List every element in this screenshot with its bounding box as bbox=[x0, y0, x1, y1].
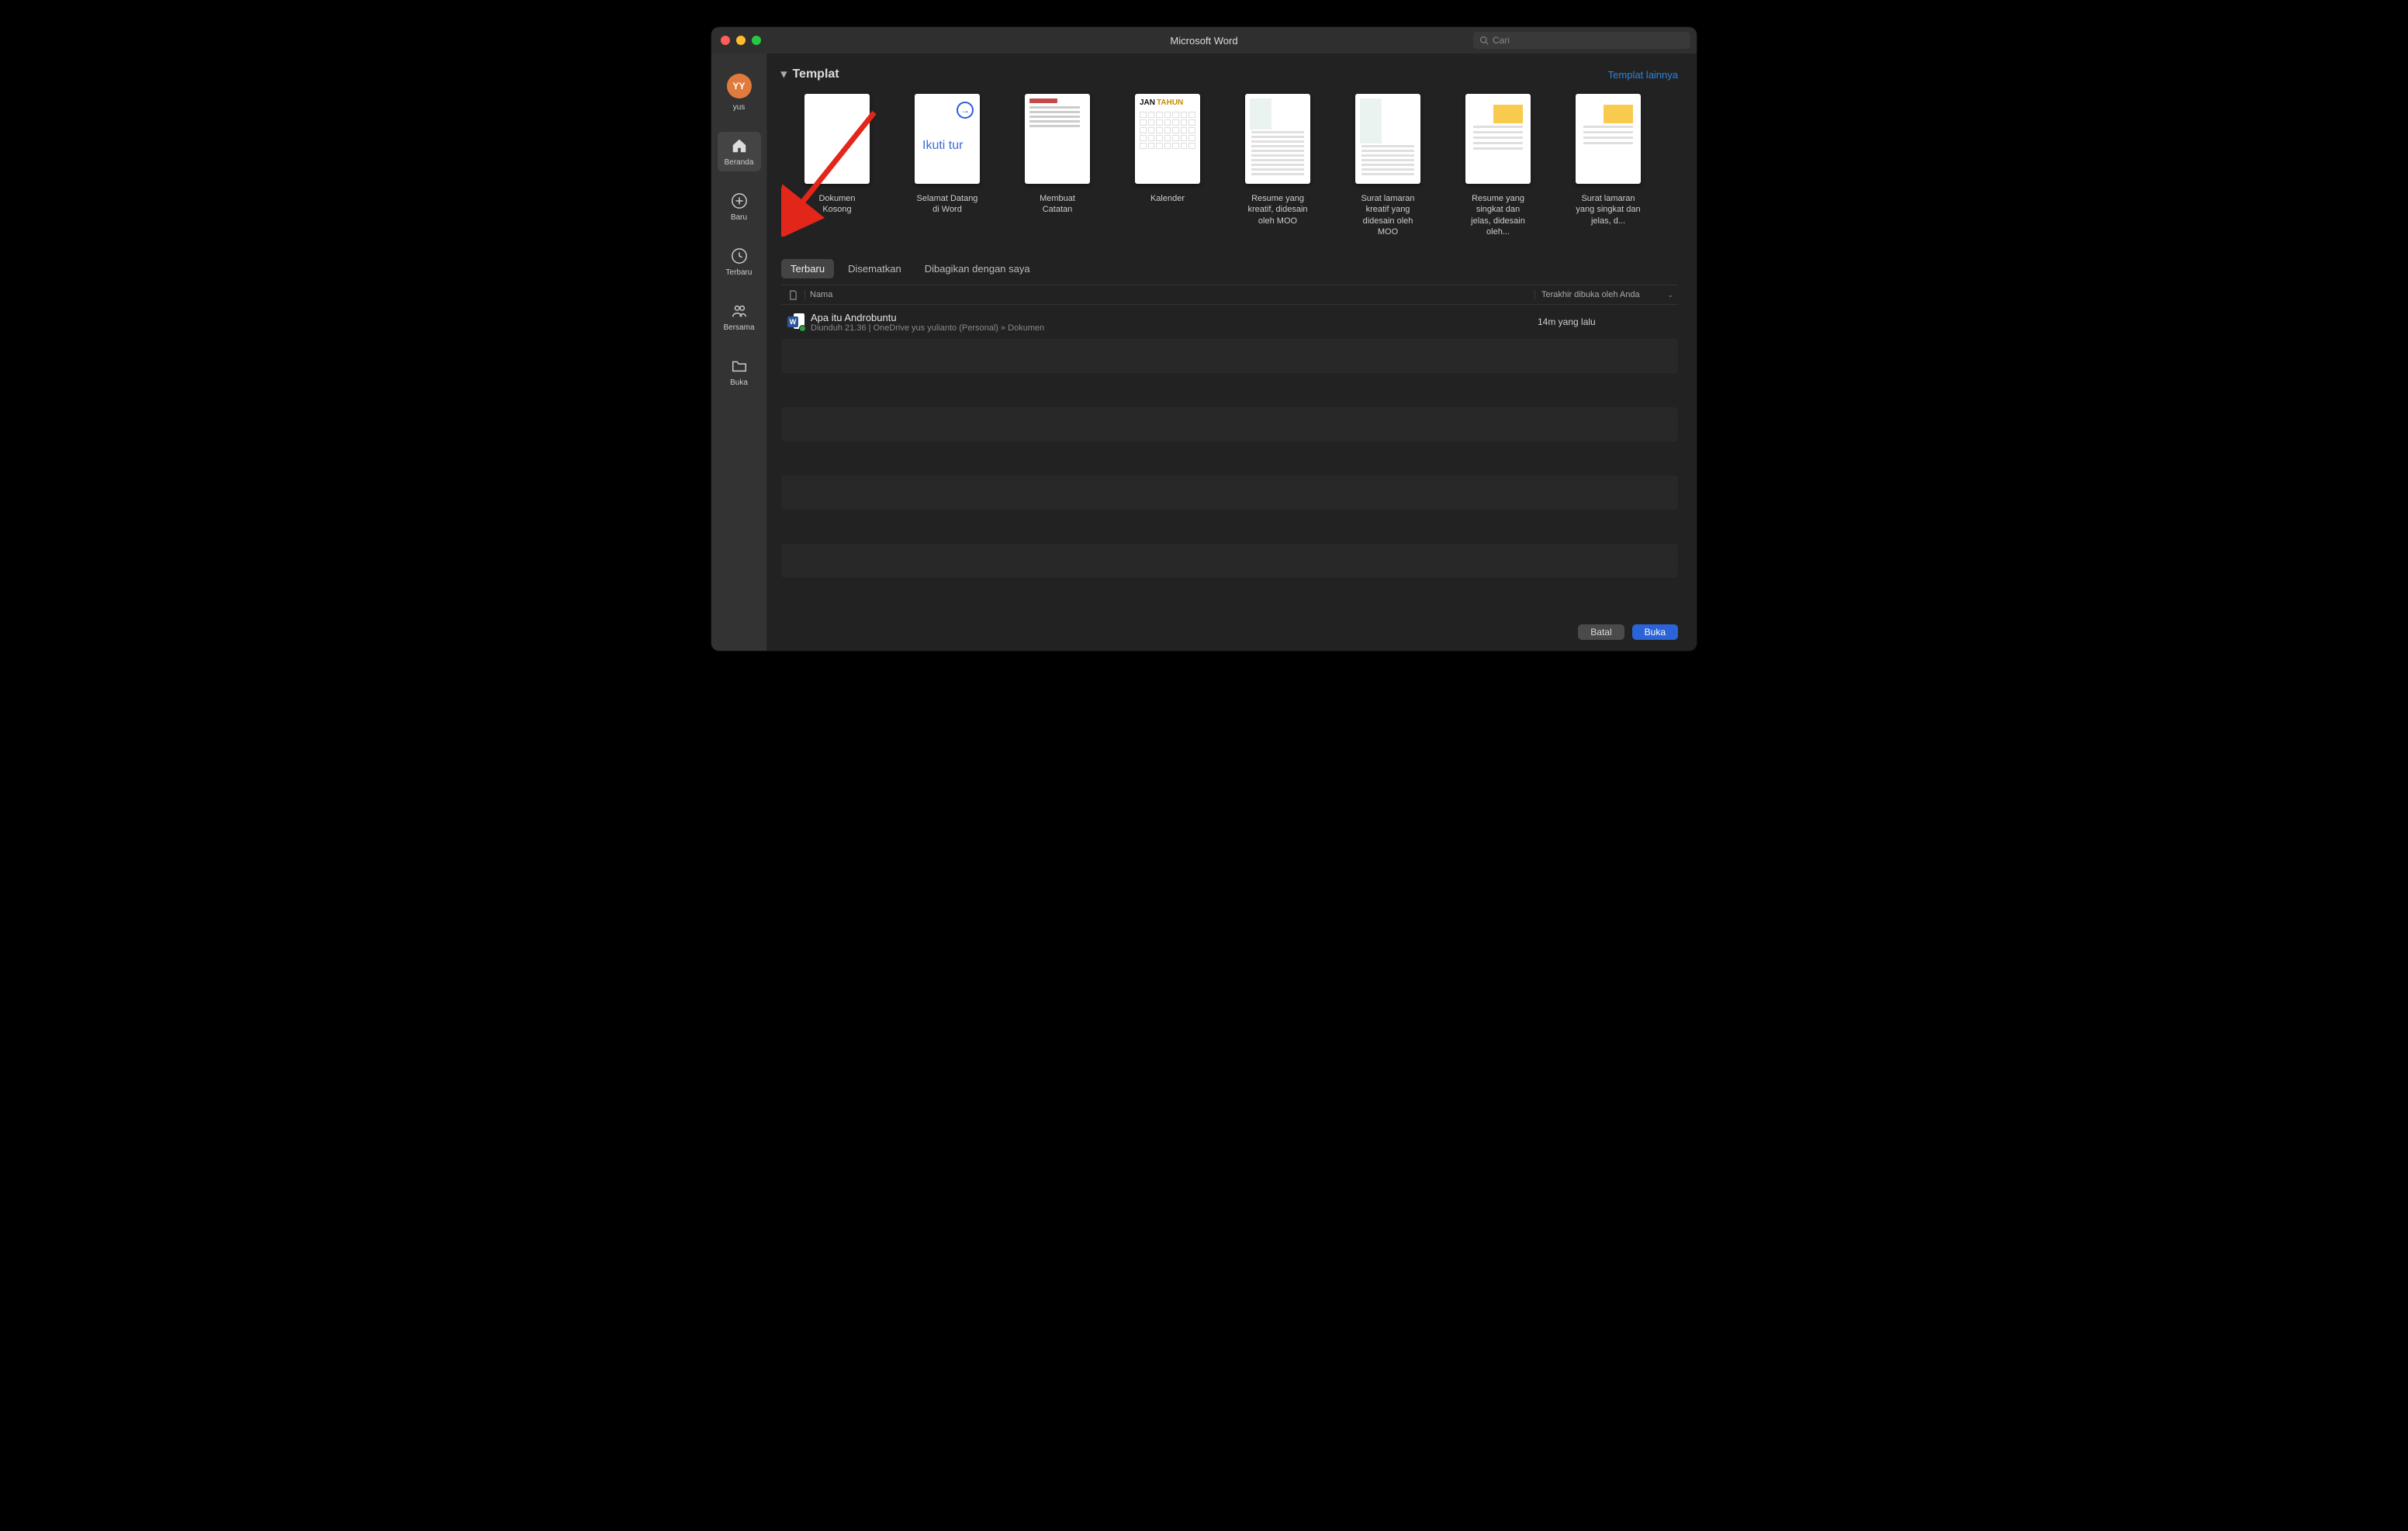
main-content: ▶ Templat Templat lainnya Dokumen Kosong… bbox=[767, 54, 1697, 651]
table-row-empty bbox=[781, 441, 1678, 475]
template-label: Selamat Datang di Word bbox=[915, 193, 980, 216]
template-thumbnail: JANTAHUN bbox=[1135, 94, 1200, 184]
template-thumbnail: → Ikuti tur bbox=[915, 94, 980, 184]
plus-circle-icon bbox=[730, 192, 749, 210]
template-label: Resume yang singkat dan jelas, didesain … bbox=[1465, 193, 1531, 237]
more-templates-link[interactable]: Templat lainnya bbox=[1608, 69, 1678, 81]
word-doc-icon: W bbox=[784, 313, 808, 330]
column-last-opened-label: Terakhir dibuka oleh Anda bbox=[1541, 290, 1640, 299]
traffic-lights bbox=[721, 36, 761, 45]
template-label: Surat lamaran kreatif yang didesain oleh… bbox=[1355, 193, 1420, 237]
clock-icon bbox=[730, 247, 749, 265]
table-row-empty bbox=[781, 578, 1678, 612]
tab-recent[interactable]: Terbaru bbox=[781, 259, 834, 278]
template-label: Resume yang kreatif, didesain oleh MOO bbox=[1245, 193, 1310, 226]
table-header: Nama Terakhir dibuka oleh Anda ⌄ bbox=[781, 285, 1678, 305]
sidebar-item-label: Terbaru bbox=[726, 268, 752, 277]
template-thumbnail bbox=[1576, 94, 1641, 184]
tab-shared-with-me[interactable]: Dibagikan dengan saya bbox=[915, 259, 1040, 278]
doc-type-icon bbox=[781, 290, 804, 300]
table-row-empty bbox=[781, 373, 1678, 407]
sidebar-item-shared[interactable]: Bersama bbox=[718, 297, 761, 337]
title-bar: Microsoft Word Cari bbox=[711, 27, 1697, 54]
template-calendar[interactable]: JANTAHUN Kalender bbox=[1135, 94, 1200, 237]
template-notes[interactable]: Membuat Catatan bbox=[1025, 94, 1090, 237]
recent-tabs: Terbaru Disematkan Dibagikan dengan saya bbox=[781, 259, 1678, 278]
templates-header: ▶ Templat Templat lainnya bbox=[781, 67, 1678, 81]
doc-name: Apa itu Androbuntu bbox=[811, 312, 1531, 323]
calendar-year: TAHUN bbox=[1157, 98, 1183, 107]
sidebar-item-label: Baru bbox=[731, 213, 747, 222]
column-last-opened[interactable]: Terakhir dibuka oleh Anda ⌄ bbox=[1534, 290, 1678, 299]
doc-last-opened: 14m yang lalu bbox=[1531, 316, 1675, 327]
close-window-button[interactable] bbox=[721, 36, 730, 45]
sidebar-item-label: Bersama bbox=[723, 323, 754, 332]
template-thumbnail bbox=[1355, 94, 1420, 184]
table-row-empty bbox=[781, 339, 1678, 373]
dialog-footer: Batal Buka bbox=[781, 617, 1678, 640]
cancel-button[interactable]: Batal bbox=[1578, 624, 1624, 640]
maximize-window-button[interactable] bbox=[752, 36, 761, 45]
template-thumbnail bbox=[1245, 94, 1310, 184]
open-button[interactable]: Buka bbox=[1632, 624, 1678, 640]
search-input[interactable]: Cari bbox=[1473, 32, 1690, 49]
user-name: yus bbox=[733, 103, 746, 112]
search-placeholder: Cari bbox=[1493, 35, 1510, 46]
templates-row: Dokumen Kosong → Ikuti tur Selamat Datan… bbox=[781, 94, 1678, 237]
sidebar: YY yus Beranda Baru Terbaru bbox=[711, 54, 767, 651]
template-label: Membuat Catatan bbox=[1025, 193, 1090, 216]
sidebar-item-home[interactable]: Beranda bbox=[718, 132, 761, 171]
table-row-empty bbox=[781, 544, 1678, 578]
template-resume-concise[interactable]: Resume yang singkat dan jelas, didesain … bbox=[1465, 94, 1531, 237]
sidebar-user[interactable]: YY yus bbox=[727, 74, 752, 112]
template-cover-letter-creative[interactable]: Surat lamaran kreatif yang didesain oleh… bbox=[1355, 94, 1420, 237]
people-icon bbox=[730, 302, 749, 320]
template-blank[interactable]: Dokumen Kosong bbox=[804, 94, 870, 237]
template-label: Kalender bbox=[1150, 193, 1185, 204]
arrow-right-icon: → bbox=[957, 102, 974, 119]
chevron-down-icon[interactable]: ▶ bbox=[780, 71, 790, 78]
home-icon bbox=[730, 137, 749, 155]
folder-icon bbox=[730, 357, 749, 375]
table-row-empty bbox=[781, 407, 1678, 441]
avatar: YY bbox=[727, 74, 752, 98]
templates-title: Templat bbox=[792, 67, 839, 81]
template-thumbnail bbox=[804, 94, 870, 184]
template-welcome[interactable]: → Ikuti tur Selamat Datang di Word bbox=[915, 94, 980, 237]
sidebar-item-recent[interactable]: Terbaru bbox=[718, 242, 761, 282]
template-cover-letter-concise[interactable]: Surat lamaran yang singkat dan jelas, d.… bbox=[1576, 94, 1641, 237]
template-thumbnail bbox=[1465, 94, 1531, 184]
minimize-window-button[interactable] bbox=[736, 36, 746, 45]
column-name[interactable]: Nama bbox=[804, 290, 1534, 299]
search-icon bbox=[1479, 36, 1489, 45]
welcome-text: Ikuti tur bbox=[919, 140, 963, 152]
sidebar-item-label: Beranda bbox=[725, 158, 754, 167]
window-title: Microsoft Word bbox=[1170, 35, 1237, 47]
doc-path: Diunduh 21.36 | OneDrive yus yulianto (P… bbox=[811, 323, 1531, 333]
sidebar-item-label: Buka bbox=[730, 378, 748, 387]
table-row-empty bbox=[781, 475, 1678, 510]
calendar-month: JAN bbox=[1140, 98, 1155, 107]
sidebar-item-new[interactable]: Baru bbox=[718, 187, 761, 226]
word-start-window: Microsoft Word Cari YY yus Beranda bbox=[711, 27, 1697, 651]
recent-documents-list: W Apa itu Androbuntu Diunduh 21.36 | One… bbox=[781, 305, 1678, 612]
template-resume-creative[interactable]: Resume yang kreatif, didesain oleh MOO bbox=[1245, 94, 1310, 237]
tab-pinned[interactable]: Disematkan bbox=[839, 259, 911, 278]
table-row[interactable]: W Apa itu Androbuntu Diunduh 21.36 | One… bbox=[781, 305, 1678, 339]
template-thumbnail bbox=[1025, 94, 1090, 184]
table-row-empty bbox=[781, 510, 1678, 544]
chevron-down-icon: ⌄ bbox=[1667, 291, 1673, 299]
template-label: Dokumen Kosong bbox=[804, 193, 870, 216]
sidebar-item-open[interactable]: Buka bbox=[718, 352, 761, 392]
template-label: Surat lamaran yang singkat dan jelas, d.… bbox=[1576, 193, 1641, 226]
